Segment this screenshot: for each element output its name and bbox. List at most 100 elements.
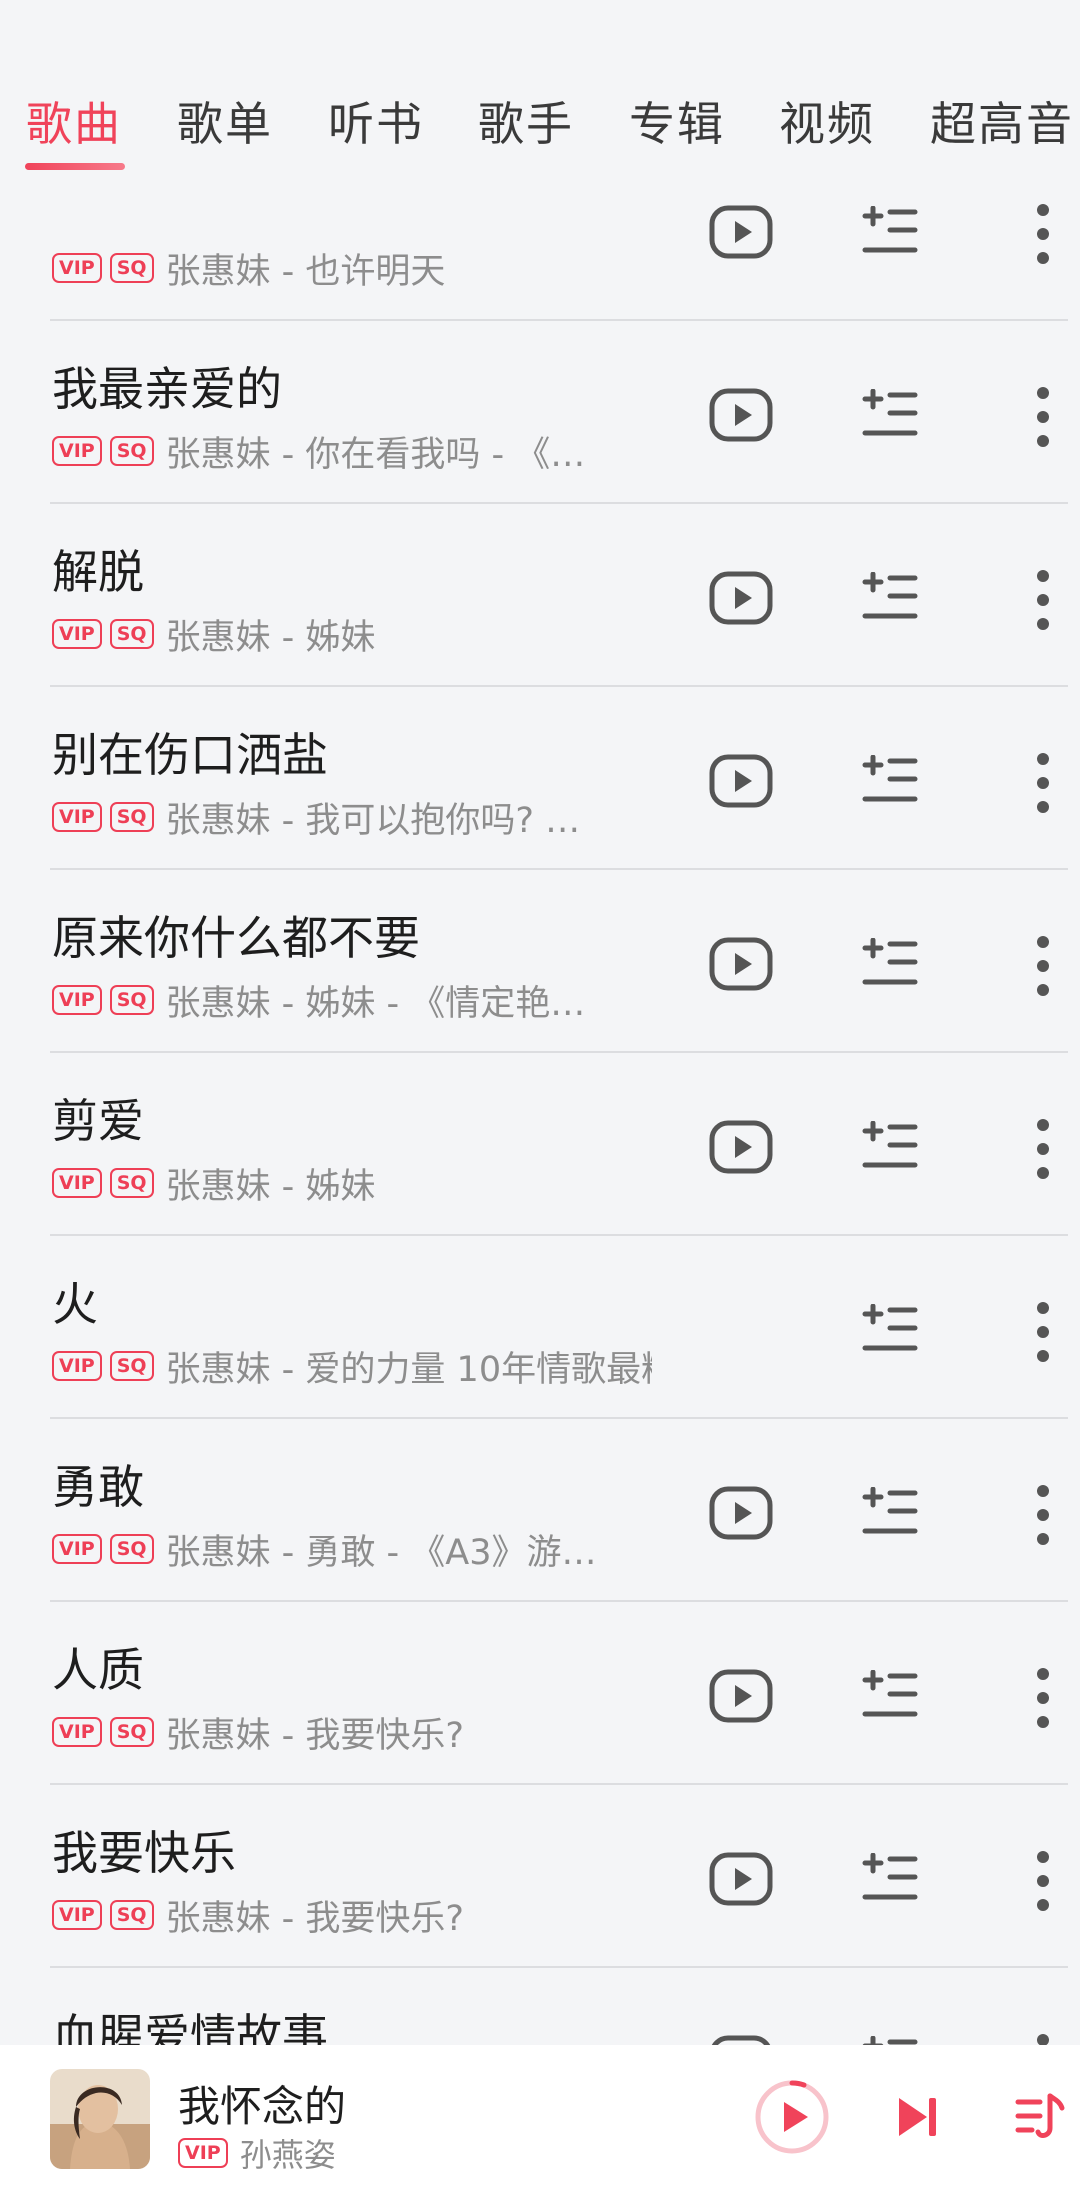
more-vertical-icon[interactable] [1030,1666,1056,1730]
add-to-queue-icon[interactable] [862,571,918,624]
vip-badge: VIP [52,1168,102,1198]
add-to-queue-icon[interactable] [862,1852,918,1905]
next-button[interactable] [893,2092,943,2142]
song-row[interactable]: 火 VIPSQ 张惠妹 - 爱的力量 10年情歌最精选 [0,1236,1080,1419]
song-list: VIP SQ 张惠妹 - 也许明天 我最亲爱的 VIP SQ 张惠妹 - 你在看我吗 - 《… [0,0,1080,2045]
add-to-queue-icon[interactable] [862,1669,918,1722]
song-artist-album: 张惠妹 - 姊妹 [165,617,376,655]
more-vertical-icon[interactable] [1030,385,1056,449]
song-subtitle: VIP SQ 张惠妹 - 姊妹 [52,614,375,654]
tab-songs[interactable]: 歌曲 [26,88,122,154]
song-title: 别在伤口洒盐 [52,728,328,782]
more-vertical-icon[interactable] [1030,2032,1056,2045]
add-to-queue-icon[interactable] [862,1120,918,1173]
tab-audiobooks[interactable]: 听书 [328,88,424,154]
more-vertical-icon[interactable] [1030,1117,1056,1181]
song-subtitle: VIP SQ 张惠妹 - 我要快乐? [52,1712,464,1752]
more-vertical-icon[interactable] [1030,934,1056,998]
vip-badge: VIP [52,1900,102,1930]
song-row[interactable]: 原来你什么都不要 VIP SQ 张惠妹 - 姊妹 - 《情定艳… [0,870,1080,1053]
sq-badge: SQ [109,1534,154,1564]
song-subtitle: VIP SQ 张惠妹 - 你在看我吗 - 《… [52,431,585,471]
song-row[interactable]: 血腥爱情故事 [0,1968,1080,2045]
now-playing-artist: 孙燕姿 [239,2136,336,2174]
play-video-icon[interactable] [708,2034,774,2045]
song-title: 原来你什么都不要 [52,911,420,965]
song-artist-album: 张惠妹 - 也许明天 [165,251,446,289]
song-title: 我最亲爱的 [52,362,282,416]
sq-badge: SQ [109,1168,154,1198]
song-subtitle: VIP SQ 张惠妹 - 我要快乐? [52,1895,464,1935]
vip-badge: VIP [52,985,102,1015]
song-artist-album: 张惠妹 - 爱的力量 10年情歌最精选 [165,1349,652,1387]
vip-badge: VIP [52,619,102,649]
play-video-icon[interactable] [708,1668,774,1724]
song-subtitle: VIP SQ 张惠妹 - 我可以抱你吗? … [52,797,580,837]
play-video-icon[interactable] [708,1119,774,1175]
tab-albums[interactable]: 专辑 [629,88,725,154]
song-row[interactable]: 解脱 VIP SQ 张惠妹 - 姊妹 [0,504,1080,687]
play-video-icon[interactable] [708,1485,774,1541]
play-video-icon[interactable] [708,753,774,809]
vip-badge: VIP [178,2138,228,2168]
playlist-icon [1015,2093,1065,2138]
song-row[interactable]: 剪爱 VIP SQ 张惠妹 - 姊妹 [0,1053,1080,1236]
sq-badge: SQ [109,985,154,1015]
song-artist-album: 张惠妹 - 我要快乐? [165,1715,465,1753]
more-vertical-icon[interactable] [1030,568,1056,632]
song-row[interactable]: 人质 VIP SQ 张惠妹 - 我要快乐? [0,1602,1080,1785]
add-to-queue-icon[interactable] [862,388,918,441]
song-row[interactable]: 我最亲爱的 VIP SQ 张惠妹 - 你在看我吗 - 《… [0,321,1080,504]
vip-badge: VIP [52,1717,102,1747]
more-vertical-icon[interactable] [1030,1300,1056,1364]
now-playing-subtitle: VIP 孙燕姿 [178,2133,336,2174]
album-cover[interactable] [50,2069,150,2169]
add-to-queue-icon[interactable] [862,754,918,807]
sq-badge: SQ [109,1717,154,1747]
song-artist-album: 张惠妹 - 勇敢 - 《A3》游… [165,1532,597,1570]
vip-badge: VIP [52,436,102,466]
sq-badge: SQ [109,619,154,649]
vip-badge: VIP [52,1351,102,1381]
more-vertical-icon[interactable] [1030,751,1056,815]
song-subtitle: VIP SQ 张惠妹 - 姊妹 [52,1163,375,1203]
active-tab-indicator [25,163,125,170]
add-to-queue-icon[interactable] [862,205,918,258]
playlist-button[interactable] [1014,2090,1066,2142]
song-subtitle: VIP SQ 张惠妹 - 勇敢 - 《A3》游… [52,1529,597,1569]
tab-videos[interactable]: 视频 [779,88,875,154]
sq-badge: SQ [109,436,154,466]
play-icon [784,2102,808,2132]
vip-badge: VIP [52,253,102,283]
play-video-icon[interactable] [708,570,774,626]
category-tabs: 歌曲 歌单 听书 歌手 专辑 视频 超高音 [0,0,1080,190]
play-button[interactable] [752,2077,832,2157]
add-to-queue-icon[interactable] [862,2035,918,2045]
add-to-queue-icon[interactable] [862,1303,918,1356]
more-vertical-icon[interactable] [1030,202,1056,266]
song-row[interactable]: 勇敢 VIP SQ 张惠妹 - 勇敢 - 《A3》游… [0,1419,1080,1602]
play-video-icon[interactable] [708,387,774,443]
tab-playlists[interactable]: 歌单 [177,88,273,154]
tab-hi-res[interactable]: 超高音 [930,88,1074,154]
skip-next-icon [899,2098,927,2136]
song-title: 火 [52,1277,98,1331]
play-video-icon[interactable] [708,204,774,260]
song-row[interactable]: 别在伤口洒盐 VIP SQ 张惠妹 - 我可以抱你吗? … [0,687,1080,870]
vip-badge: VIP [52,802,102,832]
song-subtitle: VIPSQ 张惠妹 - 爱的力量 10年情歌最精选 [52,1346,652,1386]
play-video-icon[interactable] [708,936,774,992]
song-row[interactable]: 我要快乐 VIP SQ 张惠妹 - 我要快乐? [0,1785,1080,1968]
more-vertical-icon[interactable] [1030,1849,1056,1913]
song-title: 血腥爱情故事 [52,2009,328,2045]
song-title: 勇敢 [52,1460,144,1514]
mini-player[interactable]: 我怀念的 VIP 孙燕姿 [0,2045,1080,2195]
add-to-queue-icon[interactable] [862,1486,918,1539]
more-vertical-icon[interactable] [1030,1483,1056,1547]
song-subtitle: VIP SQ 张惠妹 - 姊妹 - 《情定艳… [52,980,585,1020]
add-to-queue-icon[interactable] [862,937,918,990]
tab-artists[interactable]: 歌手 [478,88,574,154]
song-subtitle: VIP SQ 张惠妹 - 也许明天 [52,248,445,288]
play-video-icon[interactable] [708,1851,774,1907]
sq-badge: SQ [109,1351,154,1381]
